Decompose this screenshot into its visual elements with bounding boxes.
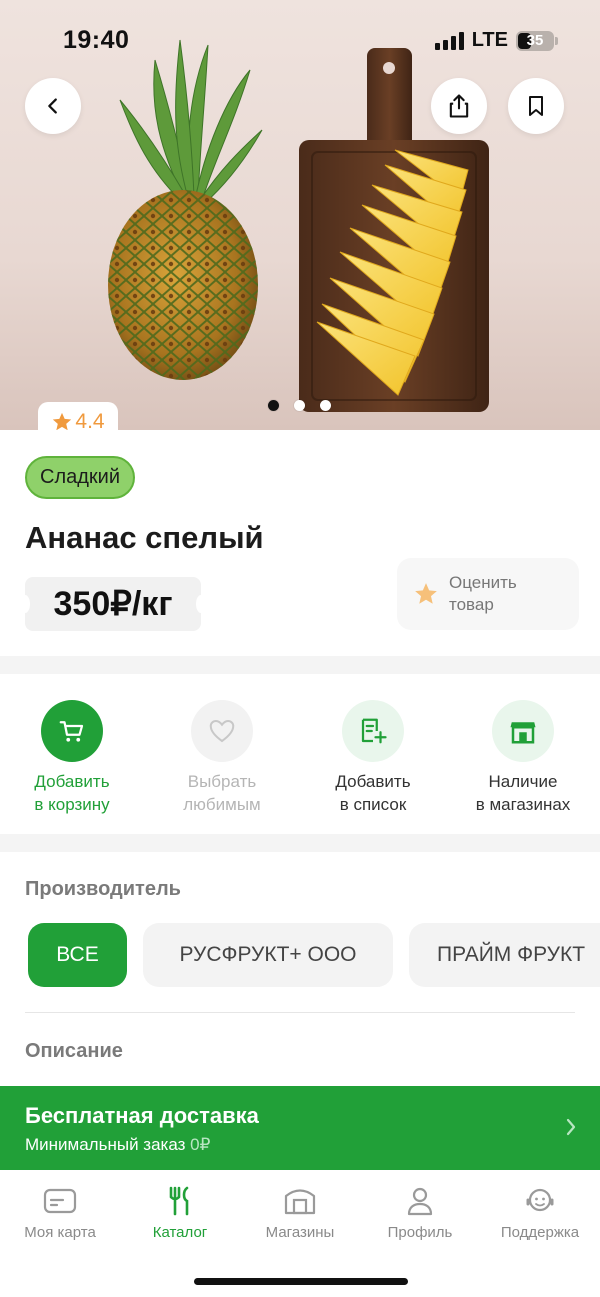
carousel-dot[interactable] — [294, 400, 305, 411]
network-label: LTE — [471, 29, 508, 51]
tab-stores[interactable]: Магазины — [240, 1184, 360, 1241]
star-icon — [53, 412, 72, 430]
tab-catalog[interactable]: Каталог — [120, 1184, 240, 1241]
description-title: Описание — [25, 1040, 123, 1062]
banner-subtitle: Минимальный заказ 0₽ — [25, 1135, 210, 1155]
carousel-dot[interactable] — [320, 400, 331, 411]
chip-praim-frukt[interactable]: ПРАЙМ ФРУКТ — [409, 923, 600, 987]
banner-min-order-label: Минимальный заказ — [25, 1135, 186, 1154]
share-icon — [449, 94, 469, 118]
section-separator — [0, 656, 600, 674]
status-time: 19:40 — [63, 26, 130, 54]
action-label: Выбрать — [187, 772, 257, 791]
product-title: Ананас спелый — [25, 520, 264, 555]
carousel-dot-active[interactable] — [268, 400, 279, 411]
catalog-icon — [120, 1184, 240, 1218]
rating-value: 4.4 — [75, 410, 105, 430]
free-delivery-banner[interactable]: Бесплатная доставка Минимальный заказ 0₽ — [0, 1086, 600, 1170]
share-button[interactable] — [431, 78, 487, 134]
favorite-button[interactable]: Выбрать любимым — [147, 700, 297, 816]
rating-badge: 4.4 — [38, 402, 118, 430]
action-label: в список — [339, 795, 407, 814]
rate-product-button[interactable]: Оценить товар — [397, 558, 579, 630]
chip-all[interactable]: ВСЕ — [28, 923, 127, 987]
list-add-icon — [342, 700, 404, 762]
action-label: любимым — [183, 795, 261, 814]
home-indicator — [194, 1278, 408, 1285]
status-bar: 19:40 LTE 35 — [0, 0, 600, 80]
manufacturer-title: Производитель — [25, 878, 181, 900]
cart-icon — [41, 700, 103, 762]
heart-icon — [191, 700, 253, 762]
support-icon — [480, 1184, 600, 1218]
product-image-carousel[interactable]: 19:40 LTE 35 4.4 — [0, 0, 600, 430]
rate-label-line1: Оценить — [449, 573, 517, 592]
tab-profile[interactable]: Профиль — [360, 1184, 480, 1241]
add-to-list-button[interactable]: Добавить в список — [298, 700, 448, 816]
battery-level: 35 — [526, 32, 544, 49]
profile-icon — [360, 1184, 480, 1218]
action-label: Добавить — [335, 772, 411, 791]
action-label: в магазинах — [475, 795, 571, 814]
action-label: в корзину — [34, 795, 110, 814]
chevron-right-icon — [566, 1118, 576, 1136]
status-indicators: LTE 35 — [434, 29, 558, 52]
store-availability-button[interactable]: Наличие в магазинах — [448, 700, 598, 816]
star-icon — [415, 583, 437, 604]
action-buttons: Добавить в корзину Выбрать любимым Добав… — [0, 674, 600, 834]
bookmark-button[interactable] — [508, 78, 564, 134]
tab-my-card[interactable]: Моя карта — [0, 1184, 120, 1241]
manufacturer-filter: ВСЕ РУСФРУКТ+ ООО ПРАЙМ ФРУКТ — [28, 923, 600, 987]
carousel-indicators — [268, 400, 331, 411]
section-separator — [0, 834, 600, 852]
tab-label: Магазины — [265, 1224, 335, 1241]
tab-support[interactable]: Поддержка — [480, 1184, 600, 1241]
rate-label-line2: товар — [449, 595, 494, 614]
banner-title: Бесплатная доставка — [25, 1103, 259, 1128]
back-button[interactable] — [25, 78, 81, 134]
banner-min-order-amount: 0₽ — [190, 1135, 211, 1154]
action-label: Наличие — [488, 772, 558, 791]
product-tag: Сладкий — [25, 456, 135, 499]
price-value: 350₽/кг — [53, 585, 173, 623]
price-label: 350₽/кг — [20, 577, 206, 631]
signal-icon — [434, 31, 464, 50]
chevron-left-icon — [48, 98, 57, 114]
add-to-cart-button[interactable]: Добавить в корзину — [0, 700, 147, 816]
tab-label: Поддержка — [500, 1224, 580, 1241]
store-icon — [240, 1184, 360, 1218]
bookmark-icon — [529, 96, 543, 116]
manufacturer-section: Производитель ВСЕ РУСФРУКТ+ ООО ПРАЙМ ФР… — [0, 852, 600, 1092]
battery-icon: 35 — [516, 30, 554, 51]
action-label: Добавить — [34, 772, 110, 791]
product-info: Сладкий Ананас спелый 350₽/кг Оценить то… — [0, 430, 600, 656]
tab-label: Моя карта — [24, 1224, 96, 1241]
divider — [25, 1012, 575, 1013]
chip-rusfrukt[interactable]: РУСФРУКТ+ ООО — [143, 923, 393, 987]
tab-label: Каталог — [152, 1224, 208, 1241]
tab-label: Профиль — [387, 1224, 453, 1241]
store-icon — [492, 700, 554, 762]
card-icon — [0, 1184, 120, 1218]
